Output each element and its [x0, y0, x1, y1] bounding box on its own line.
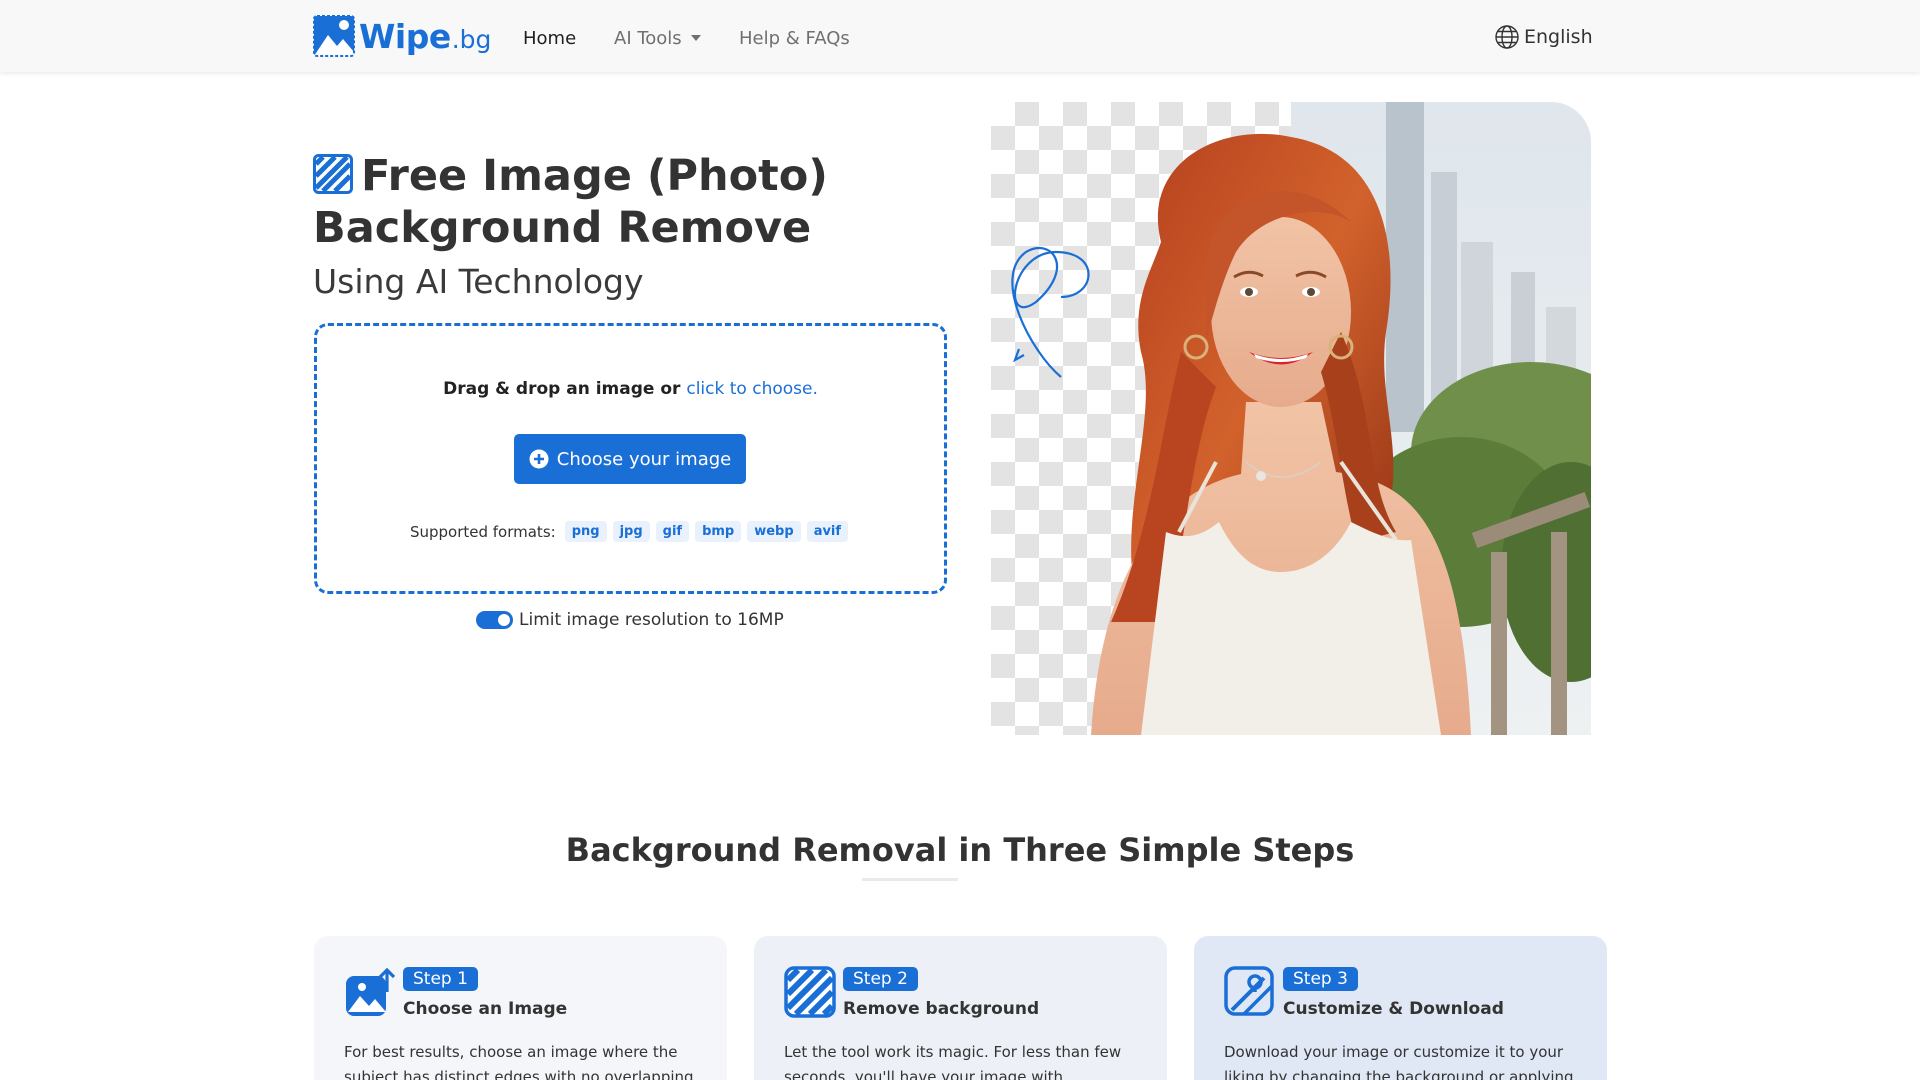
format-badge: jpg [612, 521, 650, 542]
top-navbar: Wipe .bg Home AI Tools Help & FAQs Engli… [0, 0, 1920, 72]
format-badge: webp [747, 521, 801, 542]
step-title: Customize & Download [1283, 999, 1504, 1019]
brand-name: Wipe [359, 16, 451, 56]
limit-resolution-setting[interactable]: Limit image resolution to 16MP [476, 610, 784, 630]
choose-image-button[interactable]: Choose your image [514, 434, 746, 484]
checkered-image-icon [784, 966, 836, 1018]
edit-image-icon [1224, 966, 1274, 1016]
step-badge: Step 3 [1283, 967, 1358, 991]
step-card: Step 2 Remove background Let the tool wo… [754, 936, 1167, 1080]
language-label: English [1524, 26, 1593, 48]
format-badge: bmp [695, 521, 742, 542]
upload-dropzone[interactable]: Drag & drop an image or click to choose.… [314, 323, 947, 594]
format-badge: gif [655, 521, 690, 542]
formats-label: Supported formats: [409, 522, 556, 541]
logo-icon [313, 15, 355, 57]
dropzone-prompt: Drag & drop an image or click to choose. [317, 379, 944, 399]
step-card: Step 3 Customize & Download Download you… [1194, 936, 1607, 1080]
limit-resolution-toggle[interactable] [476, 611, 513, 629]
page-title-text: Free Image (Photo) Background Remove [313, 151, 828, 253]
brand-logo[interactable]: Wipe .bg [313, 15, 491, 57]
caret-down-icon [690, 35, 701, 41]
step-description: Let the tool work its magic. For less th… [784, 1043, 1122, 1080]
dropzone-prompt-text: Drag & drop an image or [443, 379, 681, 399]
nav-ai-tools-dropdown[interactable]: AI Tools [614, 28, 701, 49]
choose-image-button-label: Choose your image [556, 448, 732, 470]
step-badge: Step 2 [843, 967, 918, 991]
section-divider [862, 878, 958, 881]
page-title: Free Image (Photo) Background Remove [313, 150, 953, 254]
plus-circle-icon [529, 449, 549, 469]
nav-home-link[interactable]: Home [523, 28, 576, 49]
supported-formats: Supported formats: png jpg gif bmp webp … [317, 521, 944, 542]
demo-photo [1011, 102, 1591, 735]
image-upload-icon [346, 967, 396, 1016]
step-description: Download your image or customize it to y… [1224, 1043, 1574, 1080]
click-to-choose-link[interactable]: click to choose. [686, 379, 818, 399]
page-subtitle: Using AI Technology [313, 262, 644, 301]
step-description: For best results, choose an image where … [344, 1043, 694, 1080]
step-card: Step 1 Choose an Image For best results,… [314, 936, 727, 1080]
language-selector[interactable]: English [1494, 24, 1593, 50]
step-badge: Step 1 [403, 967, 478, 991]
limit-resolution-label: Limit image resolution to 16MP [519, 610, 784, 630]
steps-section-title: Background Removal in Three Simple Steps [565, 831, 1355, 869]
globe-icon [1495, 25, 1519, 49]
nav-ai-tools-label: AI Tools [614, 28, 682, 49]
format-badge: png [564, 521, 607, 542]
step-title: Choose an Image [403, 999, 568, 1019]
format-badge: avif [806, 521, 849, 542]
brand-tld: .bg [451, 25, 492, 54]
nav-help-link[interactable]: Help & FAQs [739, 28, 850, 49]
hero-demo-image [991, 102, 1591, 735]
checkered-image-icon [313, 154, 353, 194]
step-title: Remove background [843, 999, 1040, 1019]
